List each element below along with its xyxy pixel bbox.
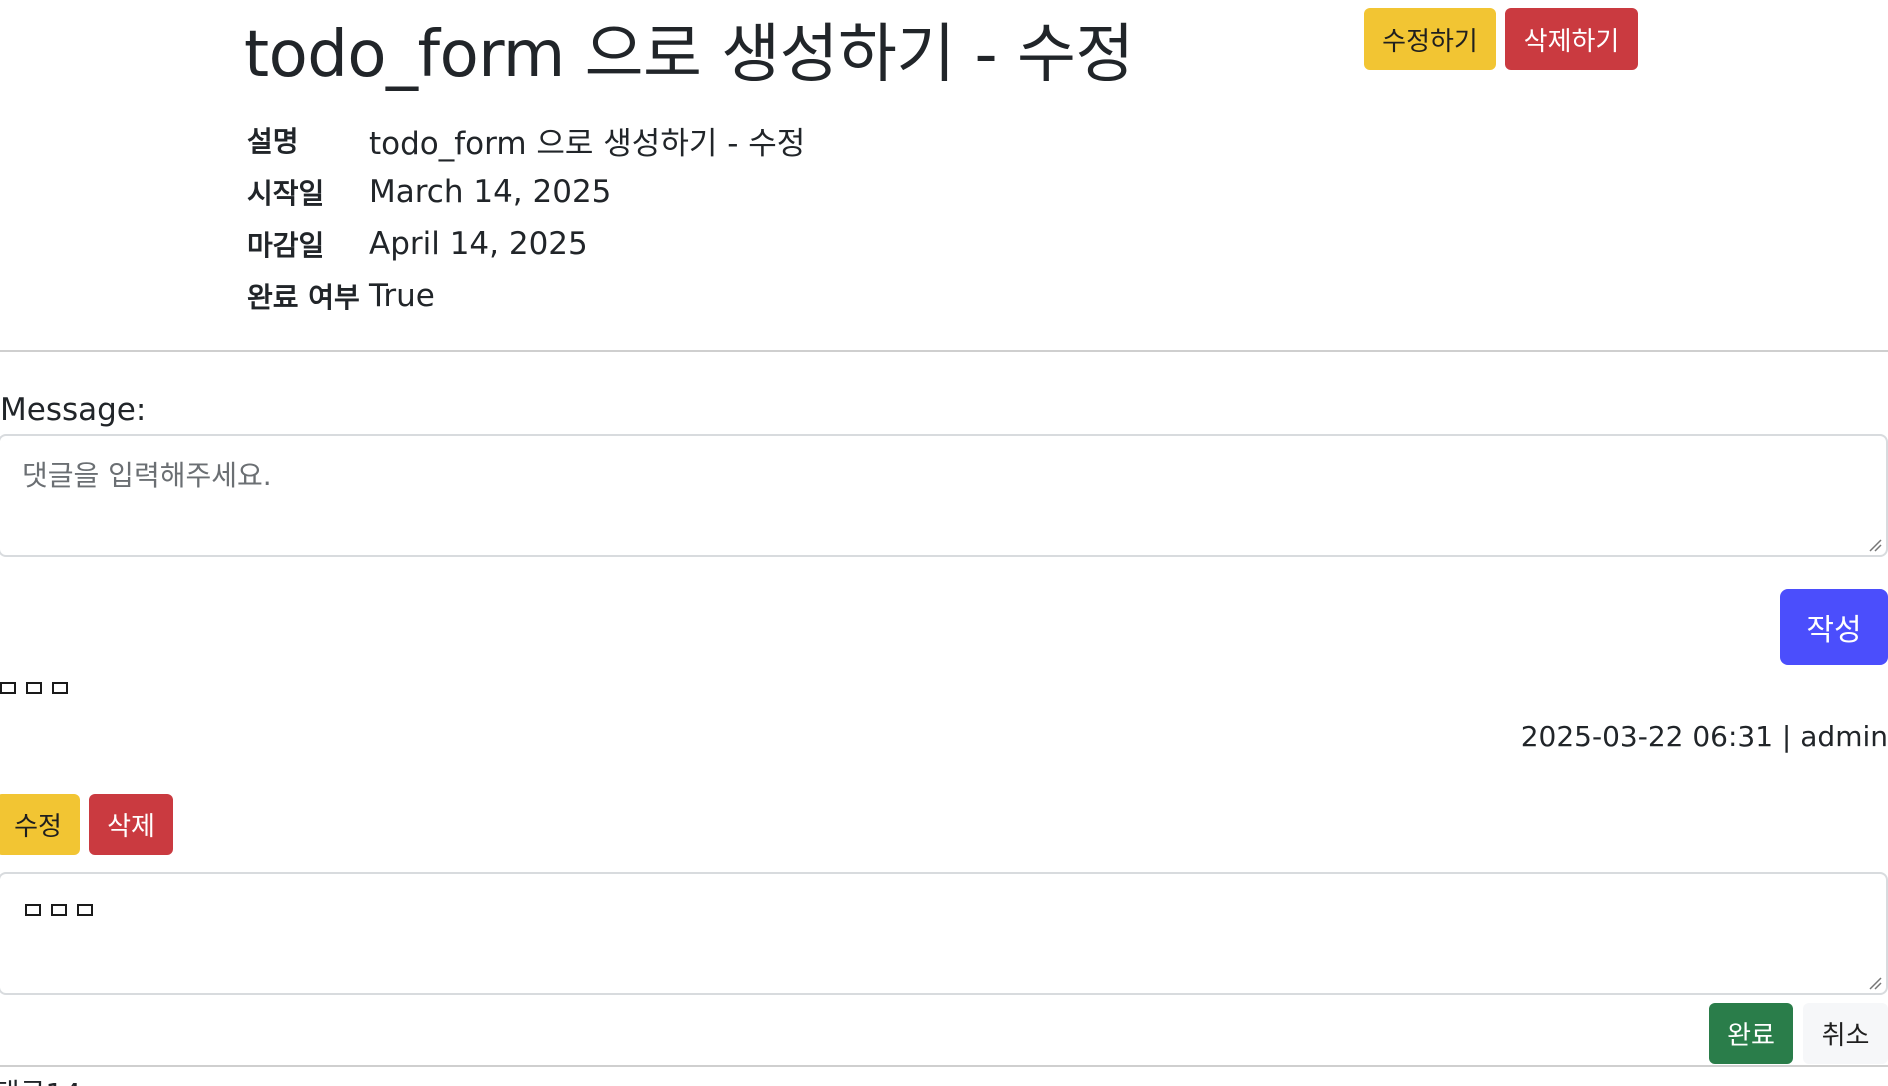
cancel-edit-button[interactable]: 취소 <box>1803 1003 1888 1064</box>
resize-grip-icon[interactable] <box>1868 538 1882 552</box>
completed-value: True <box>369 278 435 314</box>
due-date-label: 마감일 <box>247 229 325 262</box>
comment-input[interactable] <box>0 434 1888 557</box>
save-comment-button[interactable]: 완료 <box>1709 1003 1793 1064</box>
todo-detail-page: todo_form 으로 생성하기 - 수정 수정하기 삭제하기 설명 todo… <box>0 0 1888 1086</box>
missing-glyph-icon <box>51 904 67 916</box>
completed-label: 완료 여부 <box>247 281 360 314</box>
missing-glyph-icon <box>52 682 68 694</box>
due-date-value: April 14, 2025 <box>369 226 588 262</box>
missing-glyph-icon <box>26 682 42 694</box>
start-date-value: March 14, 2025 <box>369 174 612 210</box>
missing-glyph-icon <box>25 904 41 916</box>
delete-comment-button[interactable]: 삭제 <box>89 794 173 855</box>
detail-row-start-date: 시작일 March 14, 2025 <box>247 166 805 218</box>
comment-edit-input[interactable] <box>0 872 1888 995</box>
missing-glyph-icon <box>77 904 93 916</box>
delete-todo-button[interactable]: 삭제하기 <box>1505 8 1638 70</box>
page-title: todo_form 으로 생성하기 - 수정 <box>244 18 1134 92</box>
todo-details: 설명 todo_form 으로 생성하기 - 수정 시작일 March 14, … <box>247 114 805 322</box>
next-comment-content: 댓글14 <box>0 1072 81 1086</box>
edit-comment-button[interactable]: 수정 <box>0 794 80 855</box>
message-label: Message: <box>0 392 147 428</box>
description-label: 설명 <box>247 125 299 158</box>
submit-comment-button[interactable]: 작성 <box>1780 589 1888 665</box>
comment-edit-content <box>25 904 93 916</box>
start-date-label: 시작일 <box>247 177 325 210</box>
detail-row-due-date: 마감일 April 14, 2025 <box>247 218 805 270</box>
resize-grip-icon[interactable] <box>1868 976 1882 990</box>
detail-row-completed: 완료 여부 True <box>247 270 805 322</box>
comment-content <box>0 682 68 694</box>
description-value: todo_form 으로 생성하기 - 수정 <box>369 125 806 162</box>
section-divider <box>0 350 1888 352</box>
comment-meta: 2025-03-22 06:31 | admin <box>1520 720 1888 753</box>
edit-todo-button[interactable]: 수정하기 <box>1364 8 1496 70</box>
comment-divider <box>0 1065 1888 1067</box>
missing-glyph-icon <box>0 682 16 694</box>
detail-row-description: 설명 todo_form 으로 생성하기 - 수정 <box>247 114 805 166</box>
